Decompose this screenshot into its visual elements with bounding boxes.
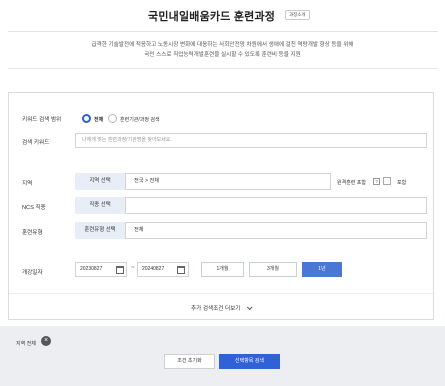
close-icon[interactable]: × (41, 336, 51, 346)
page-title: 국민내일배움카드 훈련과정 (148, 11, 276, 23)
region-select-button[interactable]: 지역 선택 (75, 173, 125, 190)
page-header: 국민내일배움카드 훈련과정 과정소개 (0, 0, 445, 32)
search-button[interactable]: 선택항목 검색 (219, 354, 280, 369)
period-3-months-button[interactable]: 3개월 (249, 262, 297, 277)
course-intro-button[interactable]: 과정소개 (285, 10, 310, 20)
page-description: 급격한 기술발전에 적응하고 노동시장 변화에 대응하는 사회안전망 차원에서 … (0, 40, 445, 60)
reset-button[interactable]: 조건 초기화 (164, 354, 215, 369)
scope-institution-radio[interactable] (108, 114, 117, 123)
chevron-down-icon (246, 304, 253, 311)
ncs-label: NCS 직종 (22, 205, 46, 211)
calendar-icon[interactable] (116, 266, 124, 274)
filter-chip-label: 지역 전체 (16, 341, 36, 347)
more-divider (9, 293, 433, 294)
region-value: 전국 > 전체 (125, 173, 331, 190)
header-divider (8, 31, 438, 32)
period-1-year-button[interactable]: 1년 (302, 262, 342, 277)
training-type-value: 전체 (125, 222, 427, 239)
date-separator: ~ (131, 265, 135, 271)
ncs-select-button[interactable]: 직종 선택 (75, 197, 125, 214)
search-keyword-label: 검색 키워드 (22, 140, 50, 146)
training-type-select-button[interactable]: 훈련유형 선택 (75, 222, 125, 239)
description-line-2: 국민 스스로 직업능력개발훈련을 실시할 수 있도록 훈련비 등을 지원 (144, 52, 301, 58)
region-label: 지역 (22, 181, 33, 187)
scope-institution-label[interactable]: 훈련기관/과정 검색 (120, 116, 160, 123)
more-conditions-toggle[interactable]: 추가 검색조건 더보기 (9, 304, 433, 312)
training-type-label: 훈련유형 (22, 230, 43, 236)
scope-all-label[interactable]: 전체 (94, 116, 103, 123)
keyword-scope-label: 키워드 검색 범위 (22, 117, 62, 123)
help-icon[interactable]: ? (373, 178, 380, 185)
ncs-value (125, 197, 427, 214)
remote-training-checkbox[interactable] (383, 177, 391, 185)
scope-all-radio[interactable] (82, 114, 91, 123)
include-label: 포함 (397, 180, 407, 186)
calendar-icon[interactable] (177, 266, 185, 274)
period-1-month-button[interactable]: 1개월 (201, 262, 244, 277)
search-keyword-input[interactable]: 나에게 맞는 훈련과정/기관명을 찾아보세요. (75, 133, 427, 148)
remote-training-label: 원격훈련 포함 (337, 180, 366, 186)
description-line-1: 급격한 기술발전에 적응하고 노동시장 변화에 대응하는 사회안전망 차원에서 … (91, 42, 354, 48)
description-divider (8, 68, 438, 69)
more-conditions-label: 추가 검색조건 더보기 (191, 306, 241, 312)
search-panel: 키워드 검색 범위 전체 훈련기관/과정 검색 검색 키워드 나에게 맞는 훈련… (8, 92, 434, 320)
start-date-label: 개강일자 (22, 270, 43, 276)
